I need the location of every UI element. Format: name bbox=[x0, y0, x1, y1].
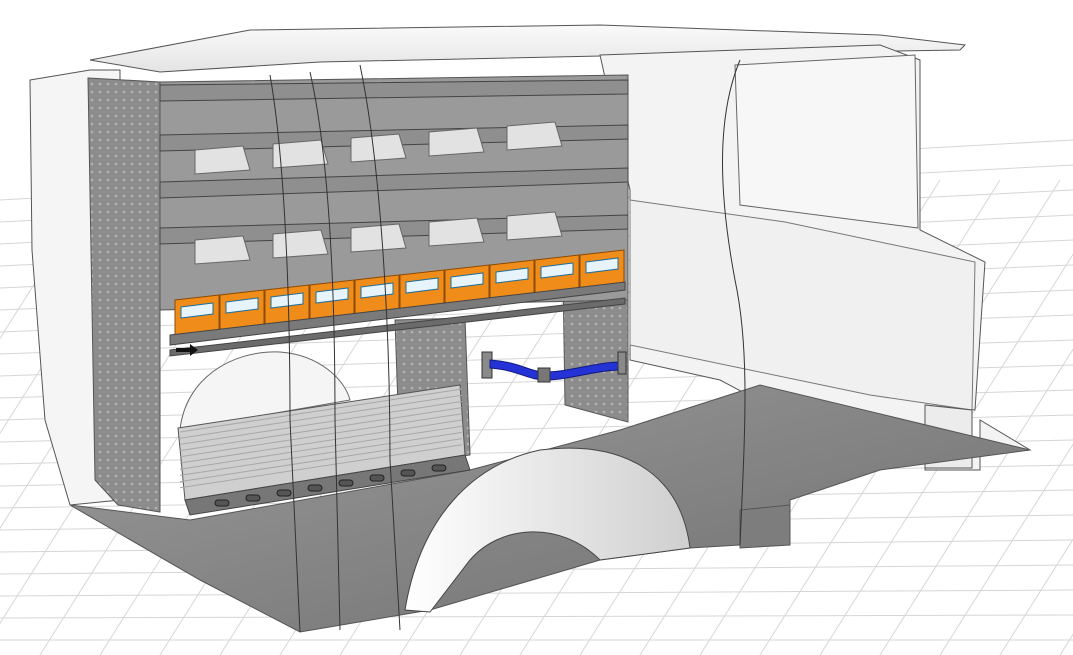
drawer-slot bbox=[307, 484, 323, 492]
shelf-divider bbox=[194, 235, 251, 265]
shelf-divider bbox=[194, 145, 251, 175]
shelf-divider bbox=[350, 133, 407, 163]
shelf-divider bbox=[506, 211, 563, 241]
grid-line bbox=[1059, 633, 1073, 655]
van-interior-3d-view bbox=[0, 0, 1073, 655]
shelf-left-side-panel bbox=[87, 77, 161, 513]
shelf-divider bbox=[428, 217, 485, 247]
van-window-area bbox=[734, 54, 919, 229]
grid-line bbox=[0, 614, 1073, 619]
shelf-divider bbox=[350, 223, 407, 253]
grid-line bbox=[0, 589, 1073, 597]
drawer-slot bbox=[338, 479, 354, 487]
floor-rear-step bbox=[739, 504, 791, 549]
grid-line bbox=[999, 538, 1073, 655]
shelf-divider bbox=[428, 127, 485, 157]
drawer-slot bbox=[400, 469, 416, 477]
drawer-slot bbox=[431, 464, 447, 472]
drawer-slot bbox=[276, 489, 292, 497]
shelf-divider bbox=[272, 229, 329, 259]
scene-svg bbox=[0, 24, 1073, 655]
drawer-slot bbox=[369, 474, 385, 482]
drawer-slot bbox=[245, 494, 261, 502]
shelf-divider bbox=[506, 121, 563, 151]
drawer-slot bbox=[214, 499, 230, 507]
